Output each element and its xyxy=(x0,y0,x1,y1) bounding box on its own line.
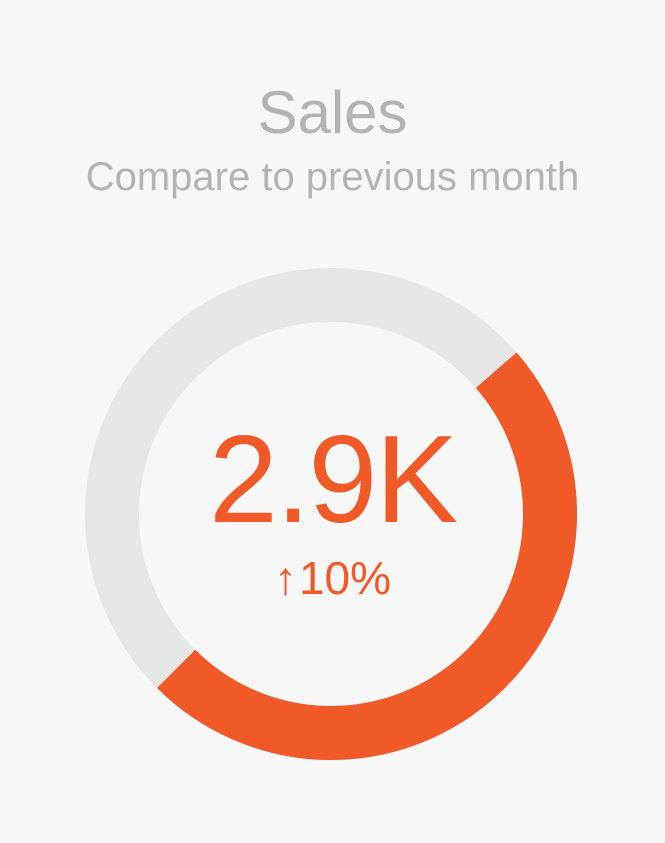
change-percent: 10% xyxy=(298,552,392,604)
arrow-up-icon: ↑ xyxy=(273,552,297,604)
gauge-value: 2.9K xyxy=(208,411,458,549)
change-indicator: ↑10% xyxy=(0,552,665,604)
sales-gauge-widget: Sales Compare to previous month 2.9K ↑10… xyxy=(0,0,665,843)
